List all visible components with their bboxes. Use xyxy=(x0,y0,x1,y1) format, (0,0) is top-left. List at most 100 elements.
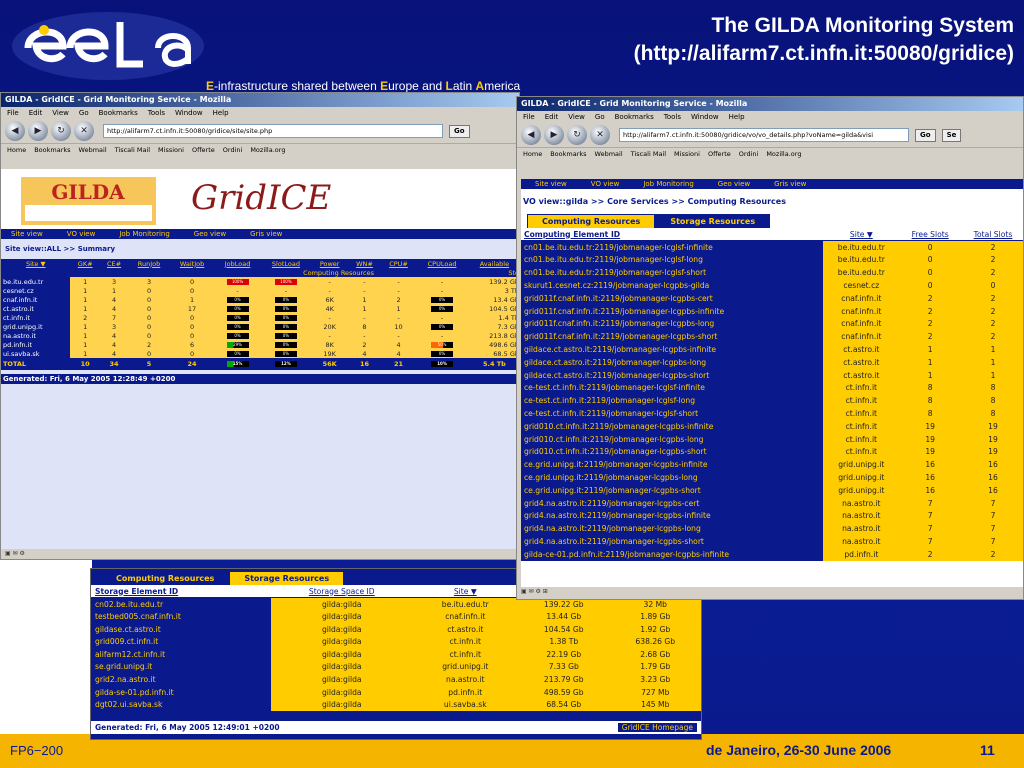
menu-window[interactable]: Window xyxy=(691,113,719,121)
menu-go[interactable]: Go xyxy=(595,113,605,121)
bookmark-bookmarks[interactable]: Bookmarks xyxy=(34,146,70,154)
nav-geo-view[interactable]: Geo view xyxy=(718,180,750,188)
ce-id-link[interactable]: grid011f.cnaf.infn.it:2119/jobmanager-lc… xyxy=(521,330,824,344)
ce-id-link[interactable]: gildace.ct.astro.it:2119/jobmanager-lcgp… xyxy=(521,343,824,356)
bookmark-home[interactable]: Home xyxy=(7,146,26,154)
bookmark-ordini[interactable]: Ordini xyxy=(223,146,243,154)
back-icon[interactable]: ◀ xyxy=(521,125,541,145)
se-id-link[interactable]: cn02.be.itu.edu.tr xyxy=(91,597,272,611)
bookmark-missioni[interactable]: Missioni xyxy=(674,150,700,158)
tab-storage-resources[interactable]: Storage Resources xyxy=(229,571,345,585)
bookmark-tiscali[interactable]: Tiscali Mail xyxy=(631,150,666,158)
column-header[interactable]: Storage Space ID xyxy=(271,585,413,599)
column-header[interactable]: Available xyxy=(467,259,519,268)
url-field[interactable]: http://alifarm7.ct.infn.it:50080/gridice… xyxy=(619,128,909,142)
ce-id-link[interactable]: grid010.ct.infn.it:2119/jobmanager-lcgpb… xyxy=(521,419,824,433)
menu-edit[interactable]: Edit xyxy=(545,113,559,121)
ce-id-link[interactable]: ce.grid.unipg.it:2119/jobmanager-lcgpbs-… xyxy=(521,483,824,497)
menu-edit[interactable]: Edit xyxy=(29,109,43,117)
tab-storage-resources[interactable]: Storage Resources xyxy=(655,214,771,228)
nav-vo-view[interactable]: VO view xyxy=(591,180,620,188)
site-link[interactable]: be.itu.edu.tr xyxy=(1,277,71,286)
site-link[interactable]: ct.infn.it xyxy=(1,313,71,322)
menu-tools[interactable]: Tools xyxy=(664,113,681,121)
se-id-link[interactable]: dgt02.ui.savba.sk xyxy=(91,698,272,711)
reload-icon[interactable]: ↻ xyxy=(51,121,71,141)
ce-id-link[interactable]: gilda-ce-01.pd.infn.it:2119/jobmanager-l… xyxy=(521,547,824,561)
gridice-homepage-link[interactable]: GridICE Homepage xyxy=(617,722,697,732)
ce-id-link[interactable]: grid010.ct.infn.it:2119/jobmanager-lcgpb… xyxy=(521,432,824,446)
ce-id-link[interactable]: gildace.ct.astro.it:2119/jobmanager-lcgp… xyxy=(521,368,824,382)
ce-id-link[interactable]: grid010.ct.infn.it:2119/jobmanager-lcgpb… xyxy=(521,445,824,459)
ce-id-link[interactable]: ce-test.ct.infn.it:2119/jobmanager-lcgls… xyxy=(521,407,824,420)
site-link[interactable]: cesnet.cz xyxy=(1,286,71,295)
menu-tools[interactable]: Tools xyxy=(148,109,165,117)
ce-id-link[interactable]: cn01.be.itu.edu.tr:2119/jobmanager-lcgls… xyxy=(521,266,824,280)
menu-bookmarks[interactable]: Bookmarks xyxy=(615,113,654,121)
column-header[interactable]: CE# xyxy=(99,259,129,268)
column-header[interactable]: GK# xyxy=(70,259,100,268)
site-link[interactable]: cnaf.infn.it xyxy=(1,295,71,304)
ce-id-link[interactable]: grid011f.cnaf.infn.it:2119/jobmanager-lc… xyxy=(521,317,824,331)
back-icon[interactable]: ◀ xyxy=(5,121,25,141)
bookmark-bookmarks[interactable]: Bookmarks xyxy=(550,150,586,158)
ce-id-link[interactable]: gildace.ct.astro.it:2119/jobmanager-lcgp… xyxy=(521,355,824,369)
site-link[interactable]: pd.infn.it xyxy=(1,340,71,349)
site-link[interactable]: ui.savba.sk xyxy=(1,349,71,358)
menu-file[interactable]: File xyxy=(523,113,535,121)
ce-id-link[interactable]: skurut1.cesnet.cz:2119/jobmanager-lcgpbs… xyxy=(521,279,824,292)
nav-job-monitoring[interactable]: Job Monitoring xyxy=(119,230,169,238)
ce-id-link[interactable]: grid4.na.astro.it:2119/jobmanager-lcgpbs… xyxy=(521,535,824,548)
column-header[interactable]: WN# xyxy=(348,259,381,268)
tab-computing-resources[interactable]: Computing Resources xyxy=(527,214,656,228)
column-header[interactable]: Site ▼ xyxy=(412,585,519,599)
menu-file[interactable]: File xyxy=(7,109,19,117)
column-header[interactable]: Computing Element ID xyxy=(521,228,824,242)
tab-computing-resources[interactable]: Computing Resources xyxy=(101,571,230,585)
column-header[interactable]: Power xyxy=(311,259,349,268)
se-id-link[interactable]: gildase.ct.astro.it xyxy=(91,622,272,636)
forward-icon[interactable]: ▶ xyxy=(28,121,48,141)
ce-id-link[interactable]: cn01.be.itu.edu.tr:2119/jobmanager-lcgls… xyxy=(521,240,824,254)
stop-icon[interactable]: ✕ xyxy=(590,125,610,145)
column-header[interactable]: WaitJob xyxy=(169,259,215,268)
nav-geo-view[interactable]: Geo view xyxy=(194,230,226,238)
site-link[interactable]: grid.unipg.it xyxy=(1,322,71,331)
bookmark-home[interactable]: Home xyxy=(523,150,542,158)
site-link[interactable]: na.astro.it xyxy=(1,331,71,340)
ce-id-link[interactable]: ce.grid.unipg.it:2119/jobmanager-lcgpbs-… xyxy=(521,458,824,472)
column-header[interactable]: Storage Element ID xyxy=(91,585,272,599)
nav-job-monitoring[interactable]: Job Monitoring xyxy=(643,180,693,188)
ce-id-link[interactable]: cn01.be.itu.edu.tr:2119/jobmanager-lcgls… xyxy=(521,253,824,267)
ce-id-link[interactable]: ce-test.ct.infn.it:2119/jobmanager-lcgls… xyxy=(521,394,824,408)
ce-id-link[interactable]: grid011f.cnaf.infn.it:2119/jobmanager-lc… xyxy=(521,291,824,305)
menu-help[interactable]: Help xyxy=(729,113,745,121)
menu-view[interactable]: View xyxy=(568,113,585,121)
stop-icon[interactable]: ✕ xyxy=(74,121,94,141)
bookmark-missioni[interactable]: Missioni xyxy=(158,146,184,154)
ce-id-link[interactable]: grid4.na.astro.it:2119/jobmanager-lcgpbs… xyxy=(521,496,824,510)
bookmark-mozilla[interactable]: Mozilla.org xyxy=(250,146,285,154)
menu-help[interactable]: Help xyxy=(213,109,229,117)
bookmark-tiscali[interactable]: Tiscali Mail xyxy=(115,146,150,154)
bookmark-mozilla[interactable]: Mozilla.org xyxy=(766,150,801,158)
column-header[interactable]: Free Slots xyxy=(899,228,961,242)
nav-vo-view[interactable]: VO view xyxy=(67,230,96,238)
bookmark-webmail[interactable]: Webmail xyxy=(595,150,623,158)
bookmark-offerte[interactable]: Offerte xyxy=(192,146,215,154)
menu-view[interactable]: View xyxy=(52,109,69,117)
nav-site-view[interactable]: Site view xyxy=(535,180,567,188)
se-id-link[interactable]: alifarm12.ct.infn.it xyxy=(91,647,272,661)
se-id-link[interactable]: testbed005.cnaf.infn.it xyxy=(91,610,272,623)
se-id-link[interactable]: se.grid.unipg.it xyxy=(91,660,272,674)
site-link[interactable]: ct.astro.it xyxy=(1,304,71,313)
menu-window[interactable]: Window xyxy=(175,109,203,117)
bookmark-webmail[interactable]: Webmail xyxy=(79,146,107,154)
column-header[interactable]: JobLoad xyxy=(214,259,261,268)
bookmark-ordini[interactable]: Ordini xyxy=(739,150,759,158)
ce-id-link[interactable]: grid011f.cnaf.infn.it:2119/jobmanager-lc… xyxy=(521,304,824,318)
ce-id-link[interactable]: grid4.na.astro.it:2119/jobmanager-lcgpbs… xyxy=(521,522,824,536)
url-field[interactable]: http://alifarm7.ct.infn.it:50080/gridice… xyxy=(103,124,443,138)
menu-go[interactable]: Go xyxy=(79,109,89,117)
column-header[interactable]: CPU# xyxy=(380,259,417,268)
